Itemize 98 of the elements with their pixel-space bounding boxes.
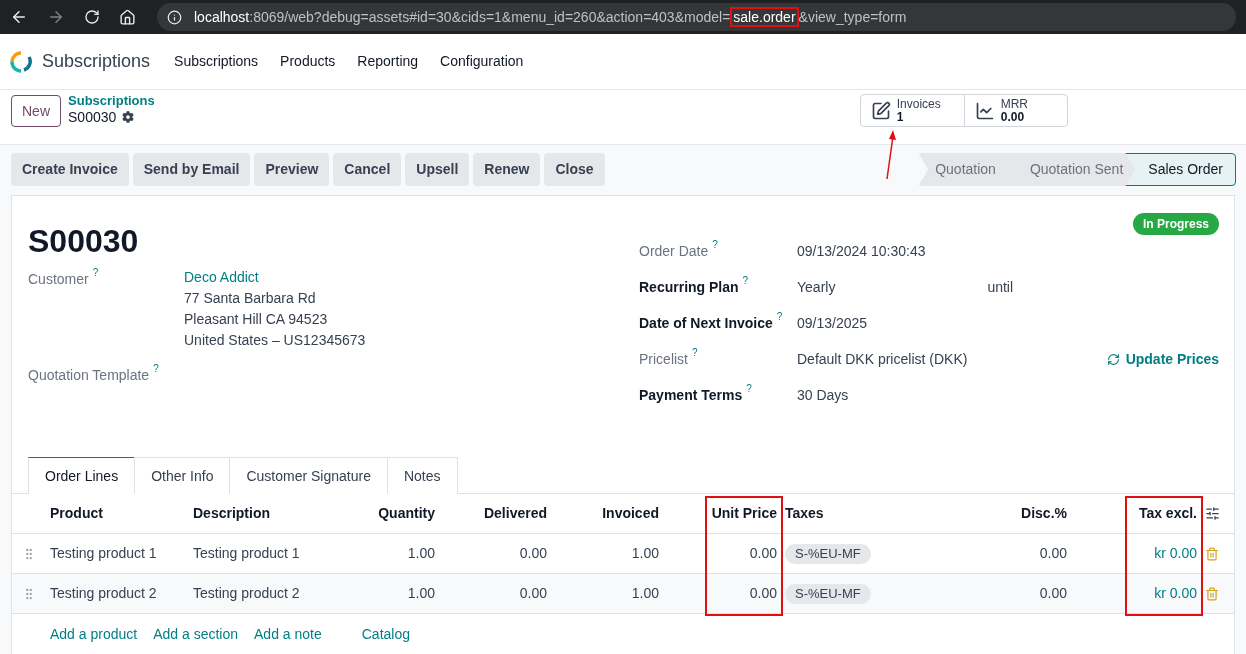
help-mark[interactable]: ?: [776, 309, 783, 324]
field-value: Default DKK pricelist (DKK): [797, 350, 968, 369]
help-mark[interactable]: ?: [692, 345, 698, 360]
add-line-link[interactable]: Catalog: [361, 623, 410, 645]
back-icon[interactable]: [10, 8, 28, 26]
field-label: Recurring Plan: [639, 278, 739, 297]
smart-button-label: MRR: [1000, 97, 1029, 111]
update-prices-button[interactable]: Update Prices: [1106, 349, 1219, 370]
home-icon[interactable]: [119, 8, 136, 26]
help-mark[interactable]: ?: [742, 273, 749, 288]
add-line-link[interactable]: Add a note: [254, 623, 322, 645]
menu-item[interactable]: Subscriptions: [174, 51, 259, 72]
field-label: Date of Next Invoice: [639, 314, 773, 333]
address-bar[interactable]: localhost:8069/web?debug=assets#id=30&cids=1&menu_id=260&action=403&model= sale.order &view_type=form: [157, 3, 1236, 31]
field-value: 09/13/2024 10:30:43: [797, 242, 926, 261]
smart-button-label: Invoices: [896, 97, 941, 111]
record-title: S00030: [28, 222, 139, 261]
menu-item[interactable]: Reporting: [357, 51, 419, 72]
edit-icon: [870, 100, 891, 121]
subtotal-link[interactable]: kr 0.00: [1075, 543, 1205, 564]
tab[interactable]: Order Lines: [28, 457, 136, 494]
refresh-icon: [1106, 353, 1120, 366]
chart-icon: [974, 100, 995, 121]
table-cell-text: 1.00: [406, 544, 436, 563]
field-suffix: until: [987, 278, 1014, 297]
menu-item[interactable]: Products: [280, 51, 336, 72]
status-stage[interactable]: Sales Order: [1125, 153, 1236, 186]
help-mark[interactable]: ?: [153, 361, 159, 376]
address-line: United States – US12345673: [184, 331, 366, 350]
table-cell-text: Testing product 1: [50, 544, 158, 563]
action-button[interactable]: Upsell: [405, 153, 470, 186]
column-settings-icon[interactable]: [1205, 506, 1220, 521]
column-header[interactable]: Disc.%: [985, 503, 1075, 524]
column-header[interactable]: Quantity: [343, 503, 443, 524]
action-button[interactable]: Preview: [254, 153, 330, 186]
status-stage[interactable]: Quotation: [918, 153, 1018, 186]
settings-icon[interactable]: [122, 111, 135, 123]
tax-tag: S-%EU-MF: [785, 544, 871, 564]
action-button[interactable]: Close: [544, 153, 605, 186]
table-cell-text: Testing product 2: [50, 584, 158, 603]
action-button[interactable]: Send by Email: [132, 153, 251, 186]
column-header[interactable]: Product: [50, 503, 193, 524]
reload-icon[interactable]: [84, 9, 100, 25]
add-line-link[interactable]: Add a product: [50, 623, 138, 645]
column-header[interactable]: Description: [193, 503, 343, 524]
status-badge: In Progress: [1132, 213, 1219, 235]
table-cell-text: 0.00: [1038, 584, 1068, 603]
action-button[interactable]: Create Invoice: [11, 153, 129, 186]
table-cell-text: 0.00: [748, 544, 778, 563]
smart-button-value: 1: [896, 110, 905, 124]
column-header[interactable]: Invoiced: [555, 503, 667, 524]
app-name[interactable]: Subscriptions: [42, 48, 151, 75]
new-button[interactable]: New: [11, 95, 61, 127]
tab[interactable]: Notes: [386, 457, 458, 494]
field-value: Yearly: [797, 278, 836, 297]
column-header[interactable]: Tax excl.: [1075, 503, 1205, 524]
field-value: 30 Days: [797, 386, 849, 405]
help-mark[interactable]: ?: [92, 265, 99, 280]
address-line: Pleasant Hill CA 94523: [184, 310, 329, 329]
table-cell-text: Testing product 1: [193, 544, 301, 563]
add-line-link[interactable]: Add a section: [153, 623, 238, 645]
field-label: Quotation Template: [28, 366, 150, 385]
table-cell-text: 1.00: [406, 584, 436, 603]
field-label: Payment Terms: [639, 386, 743, 405]
status-stage[interactable]: Quotation Sent: [1007, 153, 1136, 186]
field-label: Order Date: [639, 242, 709, 261]
subtotal-link[interactable]: kr 0.00: [1075, 583, 1205, 604]
help-mark[interactable]: ?: [746, 381, 752, 396]
field-label: Customer: [28, 270, 89, 289]
smart-button-value: 0.00: [1000, 110, 1026, 124]
info-icon[interactable]: [167, 9, 182, 25]
column-header[interactable]: Taxes: [785, 503, 985, 524]
help-mark[interactable]: ?: [712, 237, 718, 252]
logo-icon: [10, 50, 32, 73]
column-header[interactable]: Unit Price: [667, 503, 785, 524]
customer-link[interactable]: Deco Addict: [184, 267, 366, 288]
table-cell-text: Testing product 2: [193, 584, 301, 603]
table-cell-text: 0.00: [748, 584, 778, 603]
address-line: 77 Santa Barbara Rd: [184, 289, 317, 308]
breadcrumb-link[interactable]: Subscriptions: [68, 93, 155, 109]
menu-item[interactable]: Configuration: [440, 51, 524, 72]
smart-button[interactable]: MRR 0.00: [964, 95, 1067, 126]
table-cell-text: 0.00: [1038, 544, 1068, 563]
record-name: S00030: [68, 109, 117, 125]
column-header[interactable]: Delivered: [443, 503, 555, 524]
table-cell-text: 0.00: [518, 584, 548, 603]
tax-tag: S-%EU-MF: [785, 584, 871, 604]
table-cell-text: 1.00: [630, 544, 660, 563]
forward-icon[interactable]: [47, 8, 65, 26]
action-button[interactable]: Cancel: [333, 153, 402, 186]
table-cell-text: 1.00: [630, 584, 660, 603]
field-value: 09/13/2025: [797, 314, 868, 333]
table-cell-text: 0.00: [518, 544, 548, 563]
url-text: localhost:8069/web?debug=assets#id=30&cids=1&menu_id=260&action=403&model= sale.order &view_type=form: [194, 6, 907, 28]
tab[interactable]: Customer Signature: [229, 457, 388, 494]
action-button[interactable]: Renew: [473, 153, 541, 186]
tab[interactable]: Other Info: [134, 457, 231, 494]
field-label: Pricelist: [639, 350, 688, 369]
